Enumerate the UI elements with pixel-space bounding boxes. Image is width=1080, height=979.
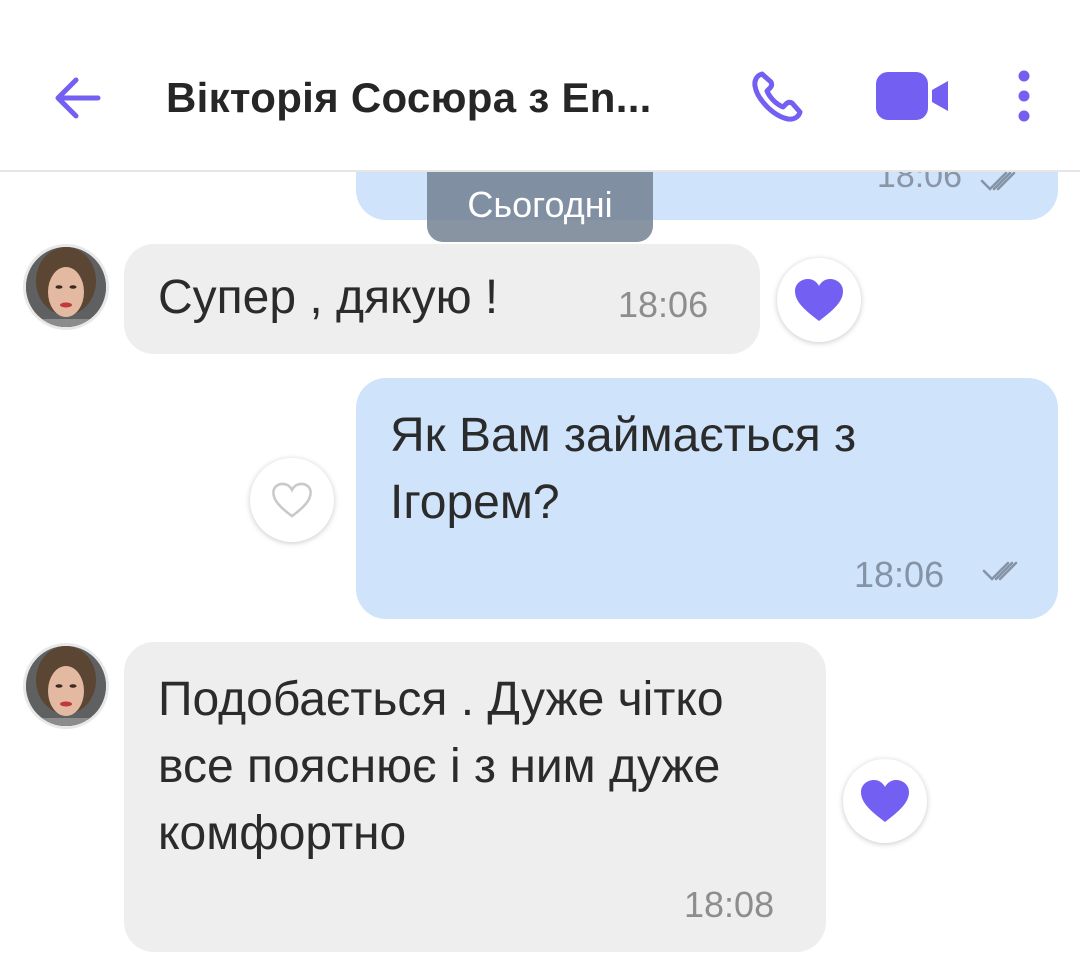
outgoing-message-bubble[interactable]: Як Вам займається з Ігорем? 18:06 (356, 378, 1058, 619)
message-text: Подобається . Дуже чітко все пояснює і з… (158, 673, 724, 860)
avatar[interactable] (23, 643, 109, 729)
message-text: Як Вам займається з Ігорем? (390, 409, 857, 529)
read-checkmarks-icon (980, 172, 1016, 191)
arrow-left-icon (55, 77, 101, 119)
back-button[interactable] (48, 68, 108, 128)
message-time: 18:06 (854, 554, 945, 595)
message-list[interactable]: 18:06 Сьогодні Супер , дякую ! 18:06 Як … (0, 172, 1080, 979)
like-button[interactable] (777, 258, 861, 342)
more-options-button[interactable] (1008, 66, 1040, 126)
heart-outline-icon (272, 482, 312, 518)
video-call-button[interactable] (870, 66, 954, 126)
phone-icon (752, 71, 803, 122)
chat-title[interactable]: Вікторія Сосюра з En... (166, 70, 711, 126)
heart-filled-icon (861, 780, 909, 822)
message-time: 18:06 (618, 284, 709, 325)
incoming-message-bubble[interactable]: Супер , дякую ! 18:06 (124, 244, 760, 354)
video-camera-icon (876, 72, 948, 120)
read-checkmarks-icon (982, 561, 1018, 581)
call-button[interactable] (748, 66, 808, 126)
chat-header: Вікторія Сосюра з En... (0, 0, 1080, 172)
more-vertical-icon (1018, 70, 1030, 122)
date-separator: Сьогодні (427, 172, 653, 242)
heart-filled-icon (795, 279, 843, 321)
like-button[interactable] (843, 759, 927, 843)
message-time: 18:08 (684, 884, 775, 925)
contact-photo (26, 247, 106, 327)
contact-photo (26, 646, 106, 726)
message-text: Супер , дякую ! (158, 271, 499, 324)
incoming-message-bubble[interactable]: Подобається . Дуже чітко все пояснює і з… (124, 642, 826, 952)
avatar[interactable] (23, 244, 109, 330)
like-button[interactable] (250, 458, 334, 542)
message-time: 18:06 (876, 172, 962, 195)
